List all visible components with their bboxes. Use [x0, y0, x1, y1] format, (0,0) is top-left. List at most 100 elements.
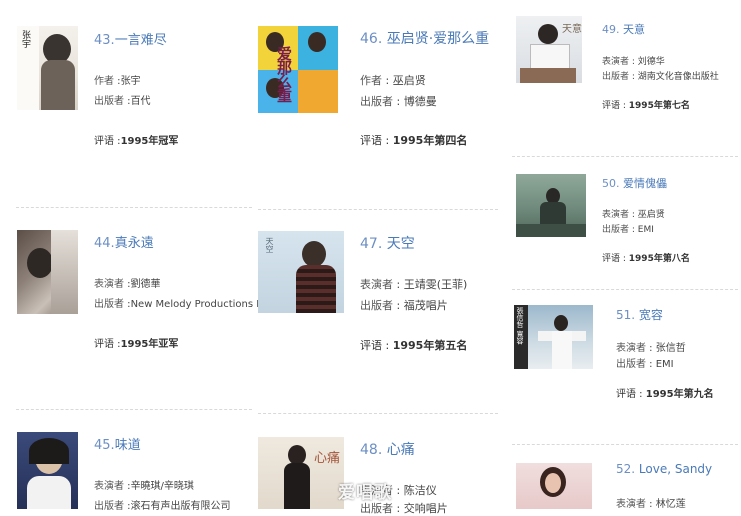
publisher-row: 出版者 :New Melody Productions LTD — [94, 299, 275, 310]
performer-row: 表演者 :辛曉琪/辛晓琪 — [94, 481, 194, 492]
performer-label: 表演者 — [360, 278, 393, 291]
rank-label: 评语 — [360, 134, 382, 147]
performer-label: 表演者 — [602, 57, 630, 67]
album-title-link[interactable]: 50. 爱情傀儡 — [602, 175, 667, 191]
separator — [258, 413, 498, 414]
album-number: 46. — [360, 31, 383, 47]
album-title: 味道 — [114, 438, 141, 453]
publisher-value: New Melody Productions LTD — [130, 299, 275, 310]
performer-label: 表演者 — [94, 279, 124, 290]
album-title-link[interactable]: 47. 天空 — [360, 233, 415, 253]
separator — [16, 409, 252, 410]
separator — [512, 289, 738, 290]
rank-value: 1995年第五名 — [392, 339, 468, 352]
album-title-link[interactable]: 45.味道 — [94, 434, 141, 453]
publisher-label: 出版者 — [602, 225, 630, 235]
album-cover[interactable]: 爱那么重 — [258, 26, 338, 113]
album-title-link[interactable]: 48. 心痛 — [360, 439, 415, 459]
album-cover[interactable]: 天空 — [258, 231, 344, 313]
album-cover[interactable]: 张宇 — [17, 26, 78, 110]
rank-value: 1995年第四名 — [392, 134, 468, 147]
performer-label: 作者 — [94, 76, 114, 87]
publisher-row: 出版者 : 博德曼 — [360, 95, 437, 108]
album-title-link[interactable]: 43.一言难尽 — [94, 29, 167, 48]
album-title-link[interactable]: 46. 巫启贤·爱那么重 — [360, 28, 489, 48]
performer-value: 巫启贤 — [637, 210, 665, 220]
rank-row: 评语 : 1995年第五名 — [360, 339, 468, 352]
album-cover[interactable] — [17, 230, 78, 314]
rank-row: 评语 : 1995年第七名 — [602, 101, 690, 111]
publisher-value: 百代 — [130, 96, 151, 107]
album-title: 宽容 — [638, 308, 663, 322]
rank-row: 评语 : 1995年第四名 — [360, 134, 468, 147]
separator — [16, 207, 252, 208]
publisher-label: 出版者 — [360, 299, 393, 312]
album-number: 49. — [602, 23, 620, 36]
performer-row: 表演者 :劉德華 — [94, 279, 161, 290]
publisher-row: 出版者 : 湖南文化音像出版社 — [602, 72, 719, 82]
album-cover[interactable]: 張信哲 寬容 — [514, 305, 593, 369]
performer-value: 林忆莲 — [655, 499, 686, 510]
album-cover[interactable] — [516, 174, 586, 237]
album-cover[interactable] — [516, 463, 592, 509]
album-number: 45. — [94, 438, 115, 453]
performer-value: 辛曉琪/辛晓琪 — [130, 481, 194, 492]
rank-value: 1995年亚军 — [120, 339, 179, 350]
publisher-row: 出版者 : EMI — [616, 359, 674, 370]
separator — [512, 156, 738, 157]
publisher-row: 出版者 :百代 — [94, 96, 151, 107]
publisher-value: EMI — [655, 359, 674, 370]
rank-label: 评语 — [94, 339, 114, 350]
publisher-value: 福茂唱片 — [403, 299, 448, 312]
cover-text: 張信哲 寬容 — [516, 307, 524, 345]
publisher-label: 出版者 — [94, 96, 124, 107]
publisher-value: 湖南文化音像出版社 — [637, 72, 719, 82]
album-cover[interactable] — [17, 432, 78, 509]
publisher-label: 出版者 — [94, 299, 124, 310]
performer-row: 表演者 : 林忆莲 — [616, 499, 686, 510]
performer-row: 表演者 : 巫启贤 — [602, 210, 665, 220]
album-title: 一言难尽 — [114, 33, 167, 48]
rank-label: 评语 — [616, 389, 636, 400]
performer-label: 表演者 — [94, 481, 124, 492]
album-title: 心痛 — [386, 442, 415, 458]
album-title: 真永遠 — [114, 236, 154, 251]
album-number: 48. — [360, 442, 383, 458]
performer-label: 表演者 — [616, 343, 646, 354]
album-title-link[interactable]: 52. Love, Sandy — [616, 462, 712, 476]
album-title-link[interactable]: 49. 天意 — [602, 21, 645, 37]
album-cover[interactable]: 心痛 — [258, 437, 344, 509]
album-number: 52. — [616, 462, 636, 476]
publisher-value: 博德曼 — [403, 95, 437, 108]
rank-value: 1995年第七名 — [628, 101, 690, 111]
album-title: 天意 — [623, 23, 645, 36]
album-title-link[interactable]: 51. 宽容 — [616, 306, 663, 323]
cover-text: 心痛 — [314, 451, 341, 466]
performer-label: 表演者 — [616, 499, 646, 510]
performer-value: 张信哲 — [655, 343, 686, 354]
album-title: Love, Sandy — [638, 462, 713, 476]
separator — [258, 209, 498, 210]
album-number: 43. — [94, 33, 115, 48]
publisher-label: 出版者 — [602, 72, 630, 82]
performer-label: 表演者 — [602, 210, 630, 220]
album-number: 50. — [602, 177, 620, 190]
performer-row: 表演者 : 张信哲 — [616, 343, 686, 354]
performer-row: 作者 :张宇 — [94, 76, 141, 87]
album-title-link[interactable]: 44.真永遠 — [94, 232, 154, 251]
site-watermark: 爱唱歌 — [338, 483, 392, 503]
rank-label: 评语 — [602, 101, 621, 111]
album-number: 51. — [616, 308, 636, 322]
performer-row: 表演者 : 刘德华 — [602, 57, 665, 67]
cover-text: 爱那么重 — [275, 46, 293, 102]
performer-value: 巫启贤 — [392, 74, 426, 87]
publisher-label: 出版者 — [360, 95, 393, 108]
album-number: 47. — [360, 236, 383, 252]
performer-value: 陈洁仪 — [403, 484, 437, 497]
publisher-value: EMI — [637, 225, 654, 235]
performer-row: 表演者 : 王靖雯(王菲) — [360, 278, 468, 291]
album-cover[interactable]: 天意 — [516, 16, 582, 83]
publisher-row: 出版者 :滚石有声出版有限公司 — [94, 501, 231, 512]
performer-label: 作者 — [360, 74, 382, 87]
rank-row: 评语 :1995年冠军 — [94, 136, 179, 147]
